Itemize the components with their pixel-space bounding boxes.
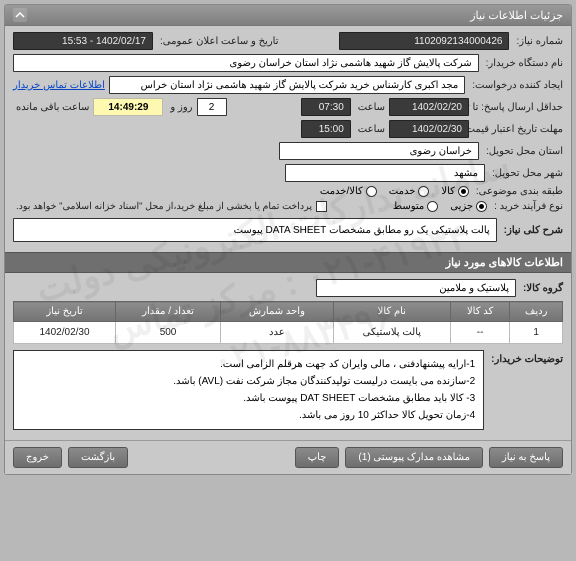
chevron-up-icon[interactable] xyxy=(13,8,27,22)
attachments-button[interactable]: مشاهده مدارک پیوستی (1) xyxy=(345,447,483,468)
cell-unit: عدد xyxy=(221,322,334,344)
panel-header: جزئیات اطلاعات نیاز xyxy=(5,5,571,26)
reply-button[interactable]: پاسخ به نیاز xyxy=(489,447,563,468)
creator-value: مجد اکبری کارشناس خرید شرکت پالایش گاز ش… xyxy=(109,76,465,94)
days-remaining: 2 xyxy=(197,98,227,116)
category-service-radio[interactable]: خدمت xyxy=(389,186,430,197)
category-service-label: خدمت xyxy=(389,186,416,197)
category-goods-radio[interactable]: کالا xyxy=(441,186,469,197)
panel-title: جزئیات اطلاعات نیاز xyxy=(470,9,563,22)
category-label: طبقه بندی موضوعی: xyxy=(473,186,563,197)
countdown-timer: 14:49:29 xyxy=(93,98,163,116)
table-row[interactable]: 1 -- پالت پلاستیکی عدد 500 1402/02/30 xyxy=(14,322,563,344)
buyer-label: نام دستگاه خریدار: xyxy=(483,58,563,69)
col-unit: واحد شمارش xyxy=(221,302,334,322)
radio-icon xyxy=(458,186,469,197)
col-idx: ردیف xyxy=(510,302,563,322)
creator-label: ایجاد کننده درخواست: xyxy=(469,80,563,91)
items-section-header: اطلاعات کالاهای مورد نیاز xyxy=(5,252,571,273)
proc-medium-label: متوسط xyxy=(393,201,424,212)
cell-name: پالت پلاستیکی xyxy=(333,322,450,344)
category-both-label: کالا/خدمت xyxy=(320,186,363,197)
buyer-notes-label: توضیحات خریدار: xyxy=(488,350,563,365)
items-table: ردیف کد کالا نام کالا واحد شمارش تعداد /… xyxy=(13,301,563,344)
buyer-contact-link[interactable]: اطلاعات تماس خریدار xyxy=(13,80,105,91)
col-code: کد کالا xyxy=(450,302,510,322)
day-word: روز و xyxy=(167,102,192,113)
proc-minor-label: جزیی xyxy=(450,201,473,212)
reply-deadline-label: حداقل ارسال پاسخ: تا تاریخ: xyxy=(473,102,563,113)
category-goods-label: کالا xyxy=(441,186,455,197)
radio-icon xyxy=(476,201,487,212)
province-value: خراسان رضوی xyxy=(279,142,479,160)
treasury-note: پرداخت تمام یا بخشی از مبلغ خرید،از محل … xyxy=(13,201,312,212)
back-button[interactable]: بازگشت xyxy=(68,447,128,468)
category-both-radio[interactable]: کالا/خدمت xyxy=(320,186,377,197)
buyer-value: شرکت پالایش گاز شهید هاشمی نژاد استان خر… xyxy=(13,54,479,72)
validity-time-value: 15:00 xyxy=(301,120,351,138)
col-name: نام کالا xyxy=(333,302,450,322)
group-value: پلاستیک و ملامین xyxy=(316,279,516,297)
cell-idx: 1 xyxy=(510,322,563,344)
reply-time-value: 07:30 xyxy=(301,98,351,116)
reply-date-value: 1402/02/20 xyxy=(389,98,469,116)
summary-value: پالت پلاستیکی یک رو مطابق مشخصات DATA SH… xyxy=(13,218,497,242)
proc-type-label: نوع فرآیند خرید : xyxy=(491,201,563,212)
remaining-label: ساعت باقی مانده xyxy=(13,102,89,113)
radio-icon xyxy=(427,201,438,212)
time-label-2: ساعت xyxy=(355,124,385,135)
summary-label: شرح کلی نیاز: xyxy=(501,225,563,236)
need-number-label: شماره نیاز: xyxy=(513,36,563,47)
city-value: مشهد xyxy=(285,164,485,182)
cell-date: 1402/02/30 xyxy=(14,322,116,344)
treasury-checkbox[interactable] xyxy=(316,201,327,212)
cell-qty: 500 xyxy=(116,322,221,344)
table-header-row: ردیف کد کالا نام کالا واحد شمارش تعداد /… xyxy=(14,302,563,322)
proc-medium-radio[interactable]: متوسط xyxy=(393,201,438,212)
radio-icon xyxy=(366,186,377,197)
col-date: تاریخ نیاز xyxy=(14,302,116,322)
detail-panel: جزئیات اطلاعات نیاز شماره نیاز: 11020921… xyxy=(4,4,572,475)
panel-body: شماره نیاز: 1102092134000426 تاریخ و ساع… xyxy=(5,26,571,252)
city-label: شهر محل تحویل: xyxy=(489,168,563,179)
province-label: استان محل تحویل: xyxy=(483,146,563,157)
footer-bar: پاسخ به نیاز مشاهده مدارک پیوستی (1) چاپ… xyxy=(5,440,571,474)
proc-minor-radio[interactable]: جزیی xyxy=(450,201,487,212)
time-label-1: ساعت xyxy=(355,102,385,113)
exit-button[interactable]: خروج xyxy=(13,447,62,468)
buyer-notes-value: 1-ارایه پیشنهادفنی ، مالی وایران کد جهت … xyxy=(13,350,484,430)
group-label: گروه کالا: xyxy=(520,283,563,294)
announce-date-label: تاریخ و ساعت اعلان عمومی: xyxy=(157,36,279,47)
validity-label: مهلت تاریخ اعتبار قیمت: تا تاریخ: xyxy=(473,124,563,135)
announce-date-value: 1402/02/17 - 15:53 xyxy=(13,32,153,50)
print-button[interactable]: چاپ xyxy=(295,447,340,468)
need-number-value: 1102092134000426 xyxy=(339,32,509,50)
cell-code: -- xyxy=(450,322,510,344)
col-qty: تعداد / مقدار xyxy=(116,302,221,322)
radio-icon xyxy=(418,186,429,197)
validity-date-value: 1402/02/30 xyxy=(389,120,469,138)
